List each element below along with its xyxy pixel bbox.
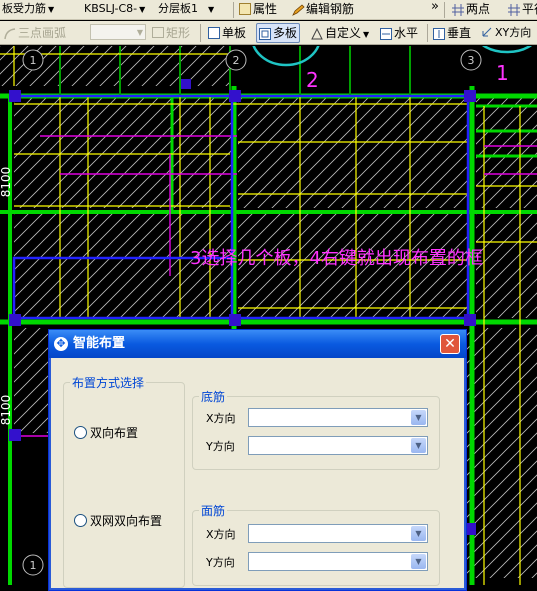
horizontal-label: 水平 [394, 26, 419, 40]
rectangle-button[interactable]: 矩形 [152, 24, 190, 42]
arc-icon [4, 27, 16, 39]
combo-layer[interactable]: 分层板1 ▼ [158, 1, 214, 17]
single-slab-icon [208, 26, 220, 39]
rectangle-icon [152, 27, 164, 38]
axis-label: 2 [233, 54, 240, 67]
toolbar-draw: 三点画弧 ▼ 矩形 单板 多板 自定义 ▼ 水平 垂直 XY方向 [0, 21, 537, 45]
chevron-down-icon: ▼ [411, 526, 426, 541]
dimension-label: 8100 [0, 395, 13, 426]
vertical-button[interactable]: 垂直 [433, 24, 471, 42]
chevron-down-icon: ▼ [136, 28, 143, 37]
toolbar-primary: 板受力筋▼ KBSLJ-C8-▼ 分层板1▼ 属性 编辑钢筋 » 两点 平行 [0, 0, 537, 20]
rectangle-label: 矩形 [166, 26, 191, 40]
single-slab-label: 单板 [222, 26, 247, 40]
radio-double-mesh-label: 双网双向布置 [90, 514, 163, 528]
parallel-label: 平行 [522, 2, 537, 16]
combo-layer-value: 分层板1 [158, 2, 198, 15]
toolbar-separator [427, 24, 428, 42]
combo-rebar-name-value: KBSLJ-C8- [84, 2, 138, 15]
radio-double-mesh-bidirectional[interactable]: 双网双向布置 [74, 512, 162, 529]
top-x-select[interactable]: ▼ [248, 524, 428, 543]
horizontal-button[interactable]: 水平 [380, 24, 418, 42]
arc-combo[interactable]: ▼ [90, 24, 146, 40]
properties-label: 属性 [253, 2, 278, 16]
two-points-button[interactable]: 两点 [452, 0, 490, 18]
smart-layout-dialog: ✥ 智能布置 ✕ 布置方式选择 双向布置 双网双向布置 底筋 X方向 ▼ Y方向… [48, 329, 467, 591]
parallel-button[interactable]: 平行 [508, 0, 537, 18]
toolbar-separator [233, 2, 234, 18]
radio-bidirectional[interactable]: 双向布置 [74, 424, 138, 441]
bottom-rebar-legend: 底筋 [201, 390, 226, 404]
three-point-arc-button[interactable]: 三点画弧 [4, 24, 66, 42]
bottom-y-select[interactable]: ▼ [248, 436, 428, 455]
chevron-down-icon: ▼ [208, 5, 215, 14]
parallel-icon [508, 3, 520, 16]
radio-circle-icon [74, 426, 87, 439]
properties-icon [239, 2, 251, 15]
annotation-step1: 1 [496, 61, 509, 85]
highlight-circles [252, 46, 533, 67]
pencil-icon [292, 3, 305, 16]
chevron-down-icon: ▼ [48, 5, 55, 14]
vertical-label: 垂直 [447, 26, 472, 40]
three-point-arc-label: 三点画弧 [18, 26, 67, 40]
bottom-y-label: Y方向 [206, 440, 235, 453]
radio-bidirectional-label: 双向布置 [90, 426, 139, 440]
horizontal-icon [380, 27, 392, 40]
chevron-down-icon: ▼ [139, 5, 146, 14]
axis-label: 1 [30, 559, 37, 572]
bottom-rebar-group: 底筋 [192, 388, 440, 470]
dialog-title: 智能布置 [73, 336, 126, 351]
top-y-select[interactable]: ▼ [248, 552, 428, 571]
dialog-titlebar[interactable]: ✥ 智能布置 ✕ [49, 330, 466, 358]
custom-button[interactable]: 自定义 ▼ [311, 24, 369, 42]
radio-circle-icon [74, 514, 87, 527]
xy-direction-icon [481, 26, 493, 38]
xy-direction-label: XY方向 [495, 26, 532, 39]
two-points-label: 两点 [466, 2, 491, 16]
move-icon: ✥ [54, 337, 68, 351]
bottom-x-label: X方向 [206, 412, 236, 425]
combo-rebar-name[interactable]: KBSLJ-C8- ▼ [84, 1, 145, 17]
combo-rebar-type-value: 板受力筋 [2, 2, 46, 15]
chevron-down-icon: ▼ [411, 410, 426, 425]
bottom-x-select[interactable]: ▼ [248, 408, 428, 427]
top-rebar-legend: 面筋 [201, 504, 226, 518]
axis-label: 1 [30, 54, 37, 67]
combo-rebar-type[interactable]: 板受力筋 ▼ [2, 1, 54, 17]
close-button[interactable]: ✕ [440, 334, 460, 354]
edit-rebar-label: 编辑钢筋 [306, 2, 355, 16]
single-slab-button[interactable]: 单板 [208, 24, 246, 42]
annotation-step3: 3选择几个板，4右键就出现布置的框 [190, 248, 483, 269]
properties-button[interactable]: 属性 [239, 0, 277, 18]
top-y-label: Y方向 [206, 556, 235, 569]
toolbar-overflow-button[interactable]: » [431, 0, 439, 16]
top-x-label: X方向 [206, 528, 236, 541]
edit-rebar-button[interactable]: 编辑钢筋 [292, 0, 354, 18]
annotation-step2: 2 [306, 68, 319, 92]
custom-label: 自定义 [325, 26, 362, 40]
vertical-icon [433, 27, 445, 40]
chevron-down-icon: ▼ [363, 30, 370, 39]
toolbar-separator [444, 2, 445, 18]
two-points-icon [452, 3, 464, 16]
multi-slab-label: 多板 [273, 26, 298, 40]
dimension-label: 8100 [0, 167, 13, 198]
layout-mode-legend: 布置方式选择 [72, 376, 145, 390]
chevron-down-icon: ▼ [411, 438, 426, 453]
toolbar-separator [200, 24, 201, 42]
multi-slab-icon [259, 27, 271, 40]
chevron-down-icon: ▼ [411, 554, 426, 569]
xy-direction-button[interactable]: XY方向 [481, 24, 531, 42]
multi-slab-button[interactable]: 多板 [256, 23, 301, 43]
custom-icon [311, 27, 323, 39]
layout-mode-group: 布置方式选择 [63, 374, 185, 588]
top-rebar-group: 面筋 [192, 502, 440, 586]
axis-label: 3 [468, 54, 475, 67]
